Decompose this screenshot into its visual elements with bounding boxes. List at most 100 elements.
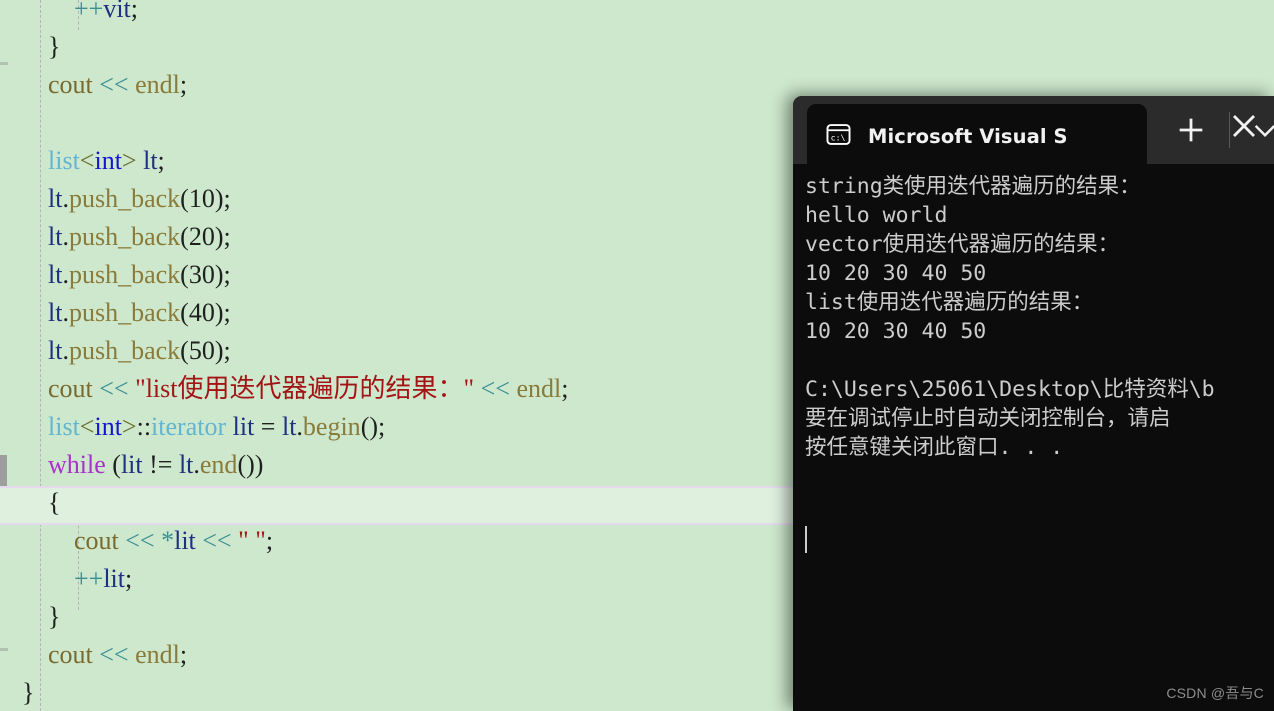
code-token: ++	[74, 0, 104, 23]
code-token: <<	[99, 640, 129, 669]
code-token: <	[79, 146, 95, 175]
console-tab[interactable]: c:\ Microsoft Visual Studio 调试控	[807, 104, 1147, 164]
code-token: lt	[48, 260, 63, 289]
code-token: *	[161, 526, 175, 555]
code-token: <<	[480, 374, 510, 403]
code-token: lit	[226, 412, 255, 441]
svg-text:c:\: c:\	[831, 132, 846, 142]
code-token: cout	[22, 70, 100, 99]
code-token: 10	[188, 184, 215, 213]
code-token: (	[180, 298, 189, 327]
code-token: list	[48, 146, 80, 175]
code-token: 40	[188, 298, 215, 327]
code-token: (	[105, 450, 121, 479]
code-token: >	[121, 146, 137, 175]
code-token: 30	[188, 260, 215, 289]
code-token: lt	[281, 412, 297, 441]
screenshot-root: ++vit; } cout << endl; list<int> lt; lt.…	[0, 0, 1274, 711]
code-token: =	[254, 412, 282, 441]
code-token: int	[94, 412, 122, 441]
code-token: );	[214, 298, 231, 327]
code-token: cout	[22, 526, 126, 555]
code-token: <<	[99, 374, 129, 403]
code-token: push_back	[68, 260, 181, 289]
code-token: <<	[125, 526, 155, 555]
code-token: lit	[120, 450, 143, 479]
code-token: >	[121, 412, 137, 441]
watermark-label: CSDN @吾与C	[1166, 685, 1264, 701]
console-output-line: hello world	[805, 203, 948, 228]
code-token: push_back	[68, 184, 181, 213]
console-title-bar[interactable]: c:\ Microsoft Visual Studio 调试控	[793, 96, 1274, 164]
code-token: lit	[103, 564, 125, 593]
console-output-line: string类使用迭代器遍历的结果：	[805, 174, 1141, 199]
code-token: <<	[99, 70, 129, 99]
console-output[interactable]: string类使用迭代器遍历的结果： hello world vector使用迭代器…	[793, 164, 1274, 711]
code-token: push_back	[68, 298, 181, 327]
code-token: cout	[22, 640, 100, 669]
code-token: lt	[48, 336, 63, 365]
code-token: ;	[561, 374, 569, 403]
code-token: ;	[130, 0, 139, 23]
console-output-line: 要在调试停止时自动关闭控制台，请启	[805, 406, 1171, 431]
toolbar-divider	[1229, 112, 1230, 148]
console-output-line: 10 20 30 40 50	[805, 319, 987, 344]
code-token: !=	[149, 450, 173, 479]
chevron-down-icon[interactable]	[1251, 116, 1274, 144]
code-token: {	[22, 488, 61, 517]
code-token: lt	[48, 222, 63, 251]
code-token: push_back	[68, 336, 181, 365]
code-token: ;	[157, 146, 165, 175]
code-token: }	[22, 678, 35, 707]
code-token: (	[180, 222, 189, 251]
code-token: cout	[22, 374, 100, 403]
code-token: );	[214, 184, 231, 213]
console-output-line: 10 20 30 40 50	[805, 261, 987, 286]
code-token: endl	[128, 70, 180, 99]
code-token: ;	[179, 70, 188, 99]
code-token: endl	[509, 374, 562, 403]
console-output-line: vector使用迭代器遍历的结果：	[805, 232, 1120, 257]
console-window[interactable]: c:\ Microsoft Visual Studio 调试控 string类使…	[793, 96, 1274, 711]
code-token: " "	[231, 526, 266, 555]
code-token: );	[214, 336, 231, 365]
console-output-line: 按任意键关闭此窗口. . .	[805, 435, 1064, 460]
code-token: ::	[136, 412, 152, 441]
code-token: push_back	[68, 222, 181, 251]
code-token: (	[180, 336, 189, 365]
code-token: <<	[202, 526, 232, 555]
new-tab-plus-icon[interactable]	[1175, 114, 1207, 146]
code-token: <	[79, 412, 95, 441]
code-token: (	[180, 184, 189, 213]
code-token: lt	[178, 450, 194, 479]
code-token: ();	[360, 412, 386, 441]
code-token: (	[180, 260, 189, 289]
code-token: ())	[237, 450, 264, 479]
code-token: lt	[48, 298, 63, 327]
code-token: ;	[179, 640, 188, 669]
code-token: ++	[74, 564, 104, 593]
code-token: );	[214, 222, 231, 251]
code-token: ;	[125, 564, 133, 593]
code-token: }	[22, 602, 61, 631]
code-token: while	[48, 450, 106, 479]
code-token: lt	[48, 184, 63, 213]
code-token: iterator	[151, 412, 227, 441]
code-token: endl	[128, 640, 180, 669]
code-line: }	[0, 28, 1274, 66]
console-output-line: list使用迭代器遍历的结果：	[805, 290, 1094, 315]
code-token: }	[22, 32, 61, 61]
code-line: ++vit;	[0, 0, 1274, 28]
console-tab-title: Microsoft Visual Studio 调试控	[868, 124, 1066, 148]
code-token: begin	[302, 412, 361, 441]
console-cmd-icon: c:\	[826, 123, 851, 145]
code-token: lit	[174, 526, 196, 555]
